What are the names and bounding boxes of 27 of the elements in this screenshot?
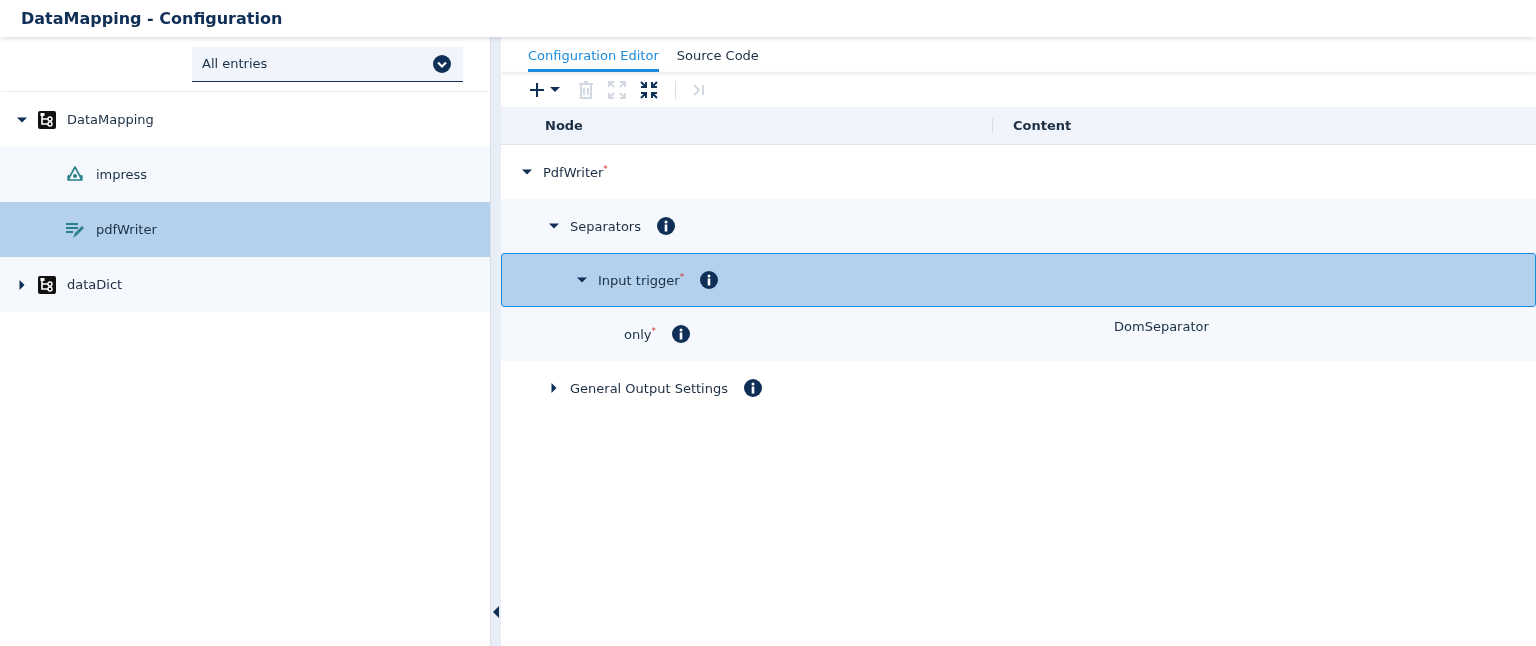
node-label: only$^{*}$ [624, 325, 656, 343]
tab[interactable]: Configuration Editor [528, 48, 659, 72]
info-icon[interactable] [700, 271, 719, 289]
tree-item[interactable]: dataDict [0, 257, 490, 312]
tree-row[interactable]: Separators [501, 199, 1536, 253]
info-icon[interactable] [744, 379, 762, 397]
info-icon[interactable] [656, 217, 675, 235]
filter-dropdown[interactable]: All entries [192, 46, 463, 82]
column-header: Node [501, 118, 993, 133]
content-value: DomSeparator [1114, 319, 1209, 334]
hierarchy-icon [38, 110, 56, 129]
node-label: PdfWriter$^{*}$ [543, 163, 608, 181]
node-label: Input trigger$^{*}$ [598, 271, 685, 289]
collapse-all-button[interactable] [637, 78, 661, 101]
chevron-down-icon [432, 53, 452, 74]
collapse-left-icon[interactable] [493, 606, 499, 618]
tree-row[interactable]: Input trigger$^{*}$ [501, 253, 1536, 307]
tree-item[interactable]: pdfWriter [0, 202, 490, 257]
hierarchy-icon [38, 275, 56, 294]
node-label: General Output Settings [570, 380, 728, 396]
node-label: Separators [570, 218, 641, 234]
info-icon[interactable] [672, 325, 690, 343]
tree-row[interactable]: only$^{*}$ DomSeparator [501, 307, 1536, 361]
tab[interactable]: Source Code [676, 48, 759, 72]
column-header: Content [1012, 118, 1072, 133]
tree-item[interactable]: impress [0, 147, 490, 202]
window-title: DataMapping - Configuration [21, 9, 283, 28]
